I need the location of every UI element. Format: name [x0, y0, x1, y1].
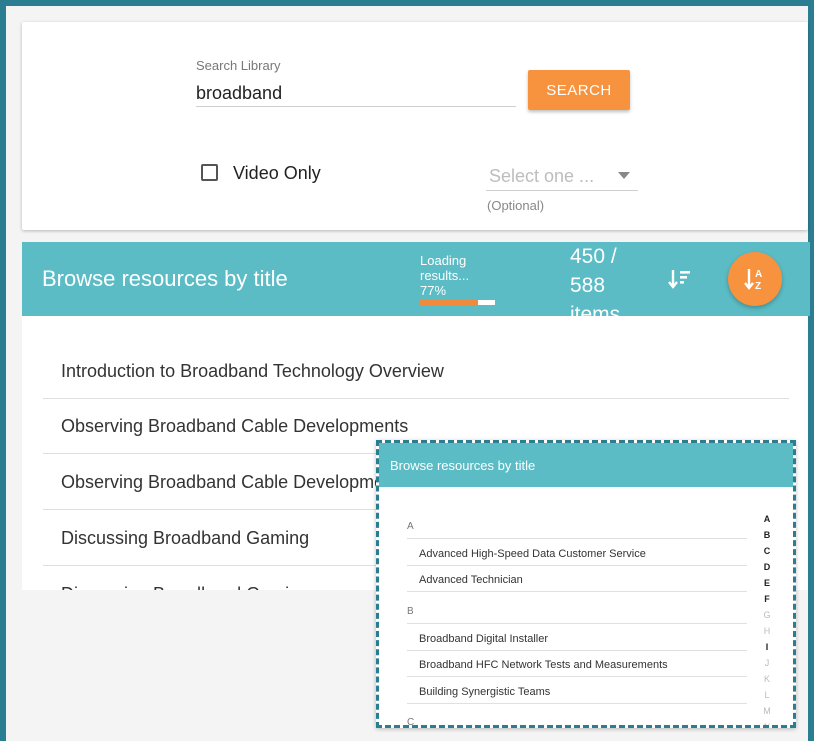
list-item[interactable]: Introduction to Broadband Technology Ove… — [43, 344, 789, 399]
app-frame: Search Library SEARCH Video Only Select … — [0, 0, 814, 741]
list-item[interactable]: Advanced Technician — [419, 574, 523, 586]
select-placeholder: Select one ... — [489, 166, 595, 186]
divider — [407, 650, 747, 651]
browse-title: Browse resources by title — [42, 266, 288, 291]
search-button[interactable]: SEARCH — [528, 70, 630, 110]
alphabet-letter-i[interactable]: I — [760, 639, 774, 655]
divider — [407, 703, 747, 704]
chevron-down-icon — [618, 172, 630, 179]
category-select[interactable]: Select one ... — [486, 166, 638, 191]
group-letter: B — [407, 606, 414, 617]
loading-status: Loading results... 77% — [420, 253, 470, 298]
svg-text:Z: Z — [755, 281, 761, 292]
alphabet-letter-k: K — [763, 674, 770, 684]
sort-descending-icon[interactable] — [667, 266, 693, 292]
alphabet-letter-c[interactable]: C — [760, 543, 774, 559]
alphabet-letter-b[interactable]: B — [760, 527, 774, 543]
alphabet-letter-d[interactable]: D — [760, 559, 774, 575]
list-item[interactable]: Advanced High-Speed Data Customer Servic… — [419, 548, 646, 560]
preview-title: Browse resources by title — [390, 458, 536, 473]
divider — [407, 623, 747, 624]
browse-preview-panel: Browse resources by title A Advanced Hig… — [376, 440, 796, 728]
video-only-checkbox[interactable] — [201, 164, 218, 181]
loading-progress-fill — [420, 300, 478, 305]
divider — [407, 538, 747, 539]
loading-progress-bar — [420, 300, 495, 305]
list-item[interactable]: Broadband Digital Installer — [419, 633, 548, 645]
search-label: Search Library — [196, 58, 281, 73]
sort-az-icon: A Z — [744, 269, 762, 292]
group-letter: C — [407, 717, 415, 728]
svg-text:A: A — [755, 269, 762, 280]
divider — [407, 676, 747, 677]
alphabet-letter-j: J — [764, 658, 770, 668]
alphabet-letter-m: M — [763, 706, 771, 716]
divider — [407, 591, 747, 592]
group-letter: A — [407, 521, 414, 532]
alphabet-index: ABCDEFGHIJKLMN — [760, 511, 774, 728]
alphabet-letter-a[interactable]: A — [760, 511, 774, 527]
alphabet-letter-f[interactable]: F — [760, 591, 774, 607]
select-hint: (Optional) — [487, 198, 545, 213]
divider — [407, 565, 747, 566]
alphabet-letter-g: G — [763, 610, 771, 620]
search-card: Search Library SEARCH Video Only Select … — [22, 22, 808, 230]
alphabet-letter-l: L — [764, 690, 770, 700]
alphabet-letter-e[interactable]: E — [760, 575, 774, 591]
browse-header: Browse resources by title Loading result… — [22, 242, 810, 316]
sort-alphabetical-button[interactable]: A Z — [728, 252, 782, 306]
alphabet-letter-h: H — [763, 626, 771, 636]
search-input[interactable] — [196, 80, 516, 107]
list-item[interactable]: Broadband HFC Network Tests and Measurem… — [419, 659, 668, 671]
list-item[interactable]: Building Synergistic Teams — [419, 686, 550, 698]
items-count: 450 / 588 items — [570, 245, 621, 316]
video-only-label[interactable]: Video Only — [233, 163, 321, 184]
alphabet-letter-n: N — [763, 722, 771, 728]
preview-header: Browse resources by title — [379, 443, 793, 487]
